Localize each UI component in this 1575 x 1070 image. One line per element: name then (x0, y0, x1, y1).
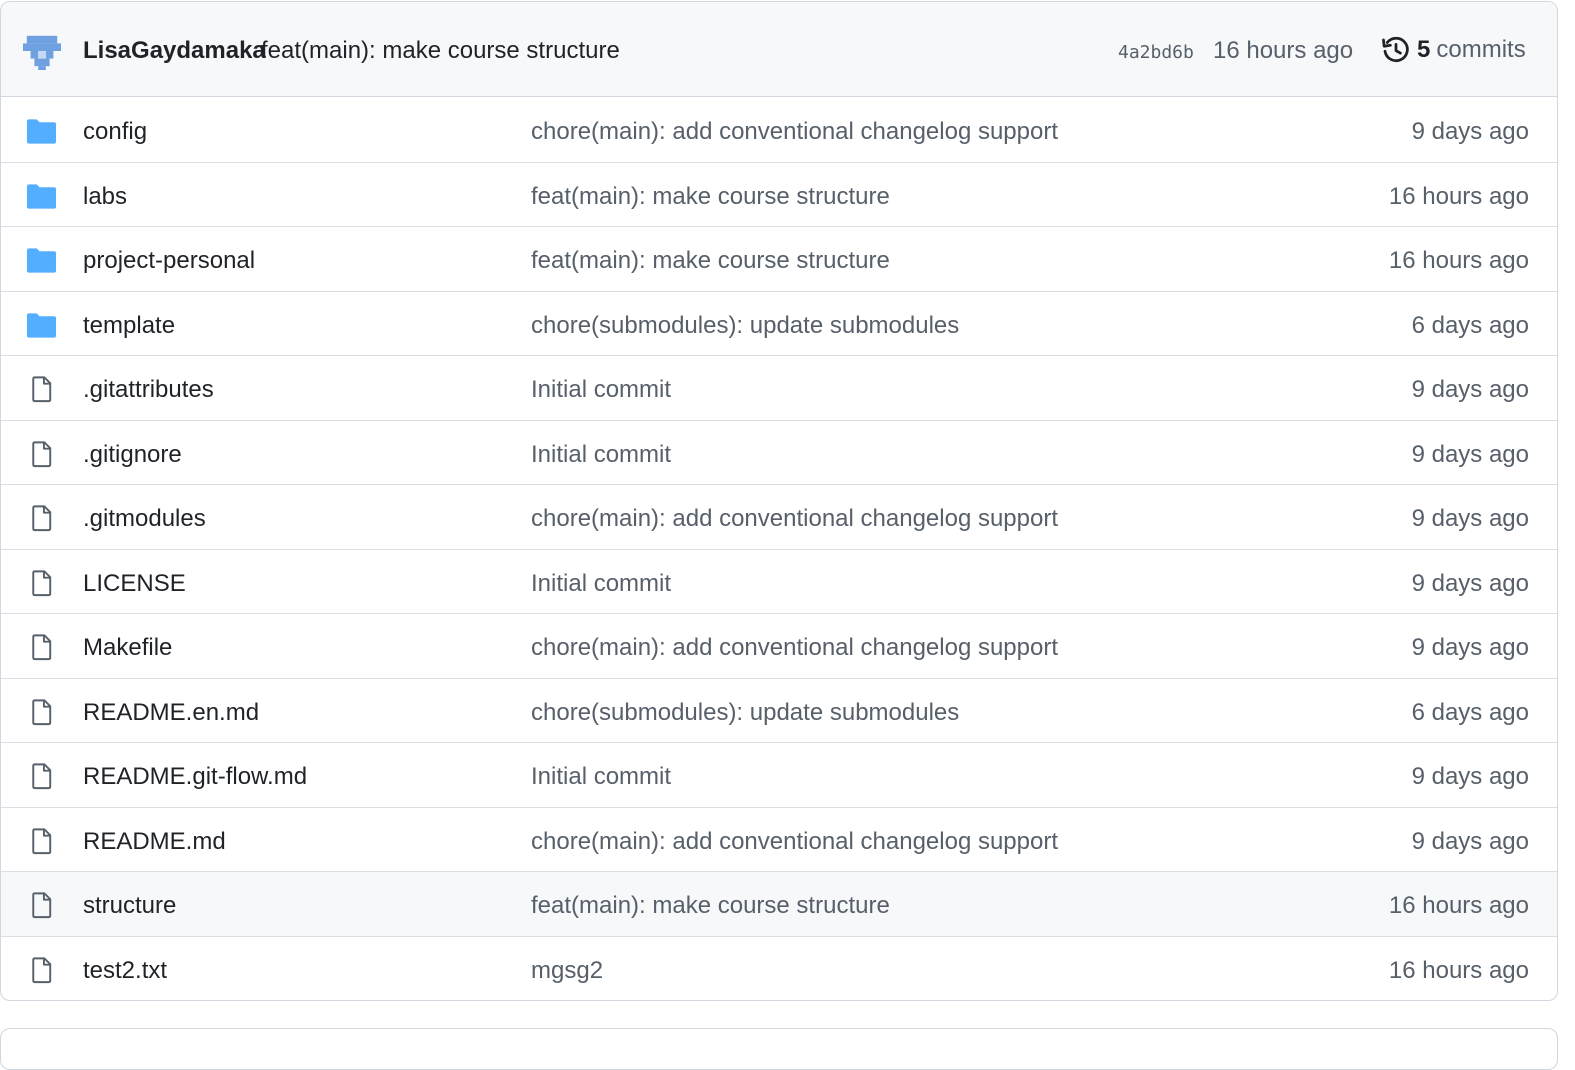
last-commit-age: 16 hours ago (1388, 892, 1529, 919)
last-commit-age: 16 hours ago (1388, 182, 1529, 210)
folder-name-link[interactable]: labs (83, 183, 127, 211)
file-row[interactable]: README.en.md chore(submodules): update su… (1, 679, 1557, 743)
last-commit-age: 9 days ago (1411, 634, 1529, 661)
last-commit-message-link[interactable]: chore(main): add conventional changelog … (531, 505, 1058, 533)
commit-message[interactable]: feat(main): make course structure (261, 37, 620, 65)
file-browser: LisaGaydamaka feat(main): make course st… (0, 1, 1558, 1001)
file-row[interactable]: README.md chore(main): add conventional c… (1, 808, 1557, 872)
file-name-link[interactable]: test2.txt (83, 957, 167, 985)
file-name-link[interactable]: README.md (83, 828, 226, 856)
file-icon (26, 440, 57, 468)
file-row[interactable]: labs feat(main): make course structure 16 … (1, 163, 1557, 227)
last-commit-message-link[interactable]: chore(main): add conventional changelog … (531, 828, 1058, 856)
file-icon (26, 698, 57, 726)
last-commit-age: 9 days ago (1411, 118, 1529, 145)
file-name-link[interactable]: .gitattributes (83, 376, 214, 404)
file-name-link[interactable]: README.git-flow.md (83, 763, 307, 791)
last-commit-message-link[interactable]: Initial commit (531, 441, 671, 469)
file-row[interactable]: LICENSE Initial commit 9 days ago (1, 550, 1557, 614)
identicon-avatar[interactable] (23, 32, 61, 70)
last-commit-age: 6 days ago (1411, 311, 1529, 339)
readme-box (0, 1028, 1558, 1070)
file-icon (26, 375, 57, 403)
last-commit-age: 16 hours ago (1388, 956, 1529, 984)
last-commit-message-link[interactable]: feat(main): make course structure (531, 892, 890, 920)
file-row[interactable]: test2.txt mgsg2 16 hours ago (1, 937, 1557, 1001)
last-commit-age: 9 days ago (1411, 376, 1529, 403)
history-icon (1382, 36, 1409, 63)
folder-name-link[interactable]: template (83, 312, 175, 340)
last-commit-message-link[interactable]: feat(main): make course structure (531, 183, 890, 211)
last-commit-message-link[interactable]: chore(main): add conventional changelog … (531, 118, 1058, 146)
file-row[interactable]: .gitignore Initial commit 9 days ago (1, 421, 1557, 485)
file-name-link[interactable]: .gitmodules (83, 505, 206, 533)
folder-icon (26, 182, 57, 210)
last-commit-message-link[interactable]: chore(main): add conventional changelog … (531, 634, 1058, 662)
file-list: config chore(main): add conventional chan… (1, 98, 1557, 1001)
folder-name-link[interactable]: config (83, 118, 147, 146)
file-name-link[interactable]: .gitignore (83, 441, 182, 469)
file-row[interactable]: README.git-flow.md Initial commit 9 days a… (1, 743, 1557, 808)
folder-icon (26, 246, 57, 274)
file-icon (26, 633, 57, 661)
last-commit-age: 9 days ago (1411, 763, 1529, 790)
file-icon (26, 891, 57, 919)
file-name-link[interactable]: README.en.md (83, 699, 259, 727)
last-commit-message-link[interactable]: chore(submodules): update submodules (531, 699, 959, 727)
file-icon (26, 762, 57, 790)
commit-time: 16 hours ago (1213, 37, 1354, 64)
file-name-link[interactable]: Makefile (83, 634, 172, 662)
file-name-link[interactable]: LICENSE (83, 570, 186, 598)
last-commit-age: 6 days ago (1411, 698, 1529, 726)
last-commit-age: 16 hours ago (1388, 247, 1529, 274)
commits-count: 5 (1417, 36, 1431, 63)
file-icon (26, 569, 57, 597)
last-commit-message-link[interactable]: feat(main): make course structure (531, 247, 890, 275)
last-commit-message-link[interactable]: Initial commit (531, 763, 671, 791)
file-row[interactable]: config chore(main): add conventional chan… (1, 98, 1557, 163)
last-commit-age: 9 days ago (1411, 569, 1529, 597)
folder-icon (26, 117, 57, 145)
folder-icon (26, 311, 57, 339)
last-commit-age: 9 days ago (1411, 505, 1529, 532)
last-commit-message-link[interactable]: Initial commit (531, 570, 671, 598)
file-row[interactable]: project-personal feat(main): make course … (1, 227, 1557, 292)
file-icon (26, 827, 57, 855)
file-icon (26, 956, 57, 984)
file-row[interactable]: Makefile chore(main): add conventional ch… (1, 614, 1557, 679)
latest-commit-bar: LisaGaydamaka feat(main): make course st… (1, 2, 1557, 97)
commit-author[interactable]: LisaGaydamaka (83, 37, 266, 65)
file-row[interactable]: template chore(submodules): update submod… (1, 292, 1557, 356)
commit-hash[interactable]: 4a2bd6b (1118, 42, 1194, 63)
file-name-link[interactable]: structure (83, 892, 176, 920)
last-commit-age: 9 days ago (1411, 827, 1529, 855)
last-commit-message-link[interactable]: chore(submodules): update submodules (531, 312, 959, 340)
file-row[interactable]: .gitmodules chore(main): add conventional… (1, 485, 1557, 550)
file-row[interactable]: structure feat(main): make course structu… (1, 872, 1557, 937)
commits-link[interactable]: 5 commits (1381, 35, 1526, 65)
file-row[interactable]: .gitattributes Initial commit 9 days ago (1, 356, 1557, 421)
file-icon (26, 504, 57, 532)
last-commit-message-link[interactable]: mgsg2 (531, 957, 603, 985)
last-commit-age: 9 days ago (1411, 440, 1529, 468)
folder-name-link[interactable]: project-personal (83, 247, 255, 275)
last-commit-message-link[interactable]: Initial commit (531, 376, 671, 404)
commits-label: commits (1436, 36, 1526, 63)
